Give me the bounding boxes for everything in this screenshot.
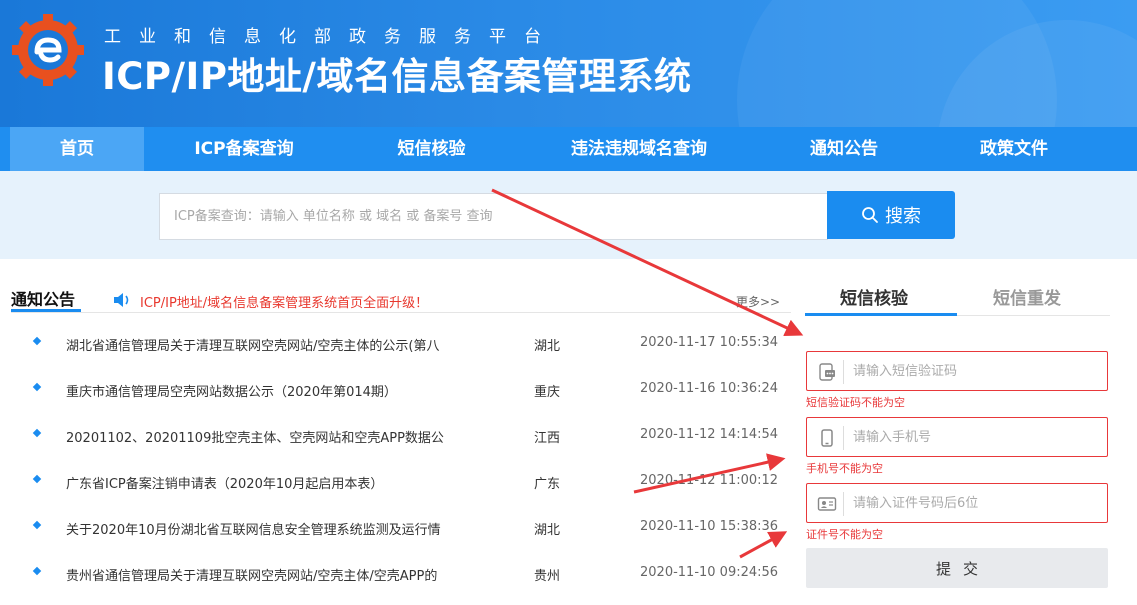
scrolling-announcement[interactable]: ICP/IP地址/域名信息备案管理系统首页全面升级！ — [140, 292, 428, 311]
notice-date: 2020-11-10 15:38:36 — [640, 519, 779, 534]
notice-date: 2020-11-17 10:55:34 — [640, 335, 779, 350]
site-header: 工业和信息化部政务服务平台 ICP/IP地址/域名信息备案管理系统 — [0, 0, 1137, 127]
site-logo — [12, 14, 84, 86]
sms-code-field[interactable] — [806, 351, 1108, 391]
main-nav: 首页 ICP备案查询 短信核验 违法违规域名查询 通知公告 政策文件 — [0, 127, 1137, 171]
speaker-icon — [114, 293, 129, 307]
bullet-icon — [32, 428, 42, 438]
more-link[interactable]: 更多>> — [736, 293, 780, 310]
sms-code-input[interactable] — [853, 361, 1093, 381]
id-card-icon — [817, 497, 837, 511]
notice-row[interactable]: 关于2020年10月份湖北省互联网信息安全管理系统监测及运行情 湖北 2020-… — [0, 519, 790, 565]
search-icon — [862, 207, 878, 223]
system-title: ICP/IP地址/域名信息备案管理系统 — [102, 55, 692, 98]
active-tab-underline — [805, 313, 957, 316]
sms-code-error: 短信验证码不能为空 — [806, 396, 905, 409]
nav-item-icp-query[interactable]: ICP备案查询 — [144, 127, 344, 171]
tab-sms-resend[interactable]: 短信重发 — [993, 284, 1061, 309]
id-number-input[interactable] — [853, 493, 1093, 513]
icp-search-input[interactable] — [159, 193, 828, 240]
notice-date: 2020-11-16 10:36:24 — [640, 381, 779, 396]
phone-input[interactable] — [853, 427, 1093, 447]
submit-button[interactable]: 提交 — [806, 548, 1108, 588]
notice-row[interactable]: 重庆市通信管理局空壳网站数据公示（2020年第014期） 重庆 2020-11-… — [0, 381, 790, 427]
org-name: 工业和信息化部政务服务平台 — [104, 27, 559, 47]
notice-title[interactable]: 关于2020年10月份湖北省互联网信息安全管理系统监测及运行情 — [66, 519, 486, 538]
notice-title[interactable]: 广东省ICP备案注销申请表（2020年10月起启用本表） — [66, 473, 486, 492]
notice-row[interactable]: 20201102、20201109批空壳主体、空壳网站和空壳APP数据公 江西 … — [0, 427, 790, 473]
bullet-icon — [32, 336, 42, 346]
notice-date: 2020-11-12 14:14:54 — [640, 427, 779, 442]
divider — [843, 360, 844, 384]
bullet-icon — [32, 520, 42, 530]
notice-row[interactable]: 湖北省通信管理局关于清理互联网空壳网站/空壳主体的公示(第八 湖北 2020-1… — [0, 335, 790, 381]
search-button-label: 搜索 — [885, 206, 921, 226]
phone-icon — [821, 429, 833, 447]
tab-sms-verify[interactable]: 短信核验 — [840, 284, 908, 309]
notice-region: 重庆 — [534, 385, 561, 400]
sms-icon — [819, 363, 835, 381]
bullet-icon — [32, 566, 42, 576]
search-button[interactable]: 搜索 — [827, 191, 955, 239]
notice-title[interactable]: 贵州省通信管理局关于清理互联网空壳网站/空壳主体/空壳APP的 — [66, 565, 486, 584]
notice-row[interactable]: 广东省ICP备案注销申请表（2020年10月起启用本表） 广东 2020-11-… — [0, 473, 790, 519]
notice-region: 湖北 — [534, 339, 561, 354]
notice-row[interactable]: 贵州省通信管理局关于清理互联网空壳网站/空壳主体/空壳APP的 贵州 2020-… — [0, 565, 790, 605]
bullet-icon — [32, 474, 42, 484]
phone-error: 手机号不能为空 — [806, 462, 883, 475]
notice-region: 贵州 — [534, 569, 561, 584]
notice-title[interactable]: 湖北省通信管理局关于清理互联网空壳网站/空壳主体的公示(第八 — [66, 335, 486, 354]
notice-region: 江西 — [534, 431, 561, 446]
notice-date: 2020-11-12 11:00:12 — [640, 473, 779, 488]
id-number-field[interactable] — [806, 483, 1108, 523]
nav-item-home[interactable]: 首页 — [10, 127, 144, 171]
nav-item-policy[interactable]: 政策文件 — [929, 127, 1099, 171]
notice-title[interactable]: 20201102、20201109批空壳主体、空壳网站和空壳APP数据公 — [66, 427, 486, 446]
notice-title[interactable]: 重庆市通信管理局空壳网站数据公示（2020年第014期） — [66, 381, 486, 400]
notice-region: 广东 — [534, 477, 561, 492]
bullet-icon — [32, 382, 42, 392]
notice-heading[interactable]: 通知公告 — [11, 286, 75, 310]
divider — [11, 312, 791, 313]
divider — [843, 426, 844, 450]
divider — [843, 492, 844, 516]
search-band: 搜索 — [0, 171, 1137, 259]
nav-item-notices[interactable]: 通知公告 — [759, 127, 929, 171]
phone-field[interactable] — [806, 417, 1108, 457]
notice-region: 湖北 — [534, 523, 561, 538]
nav-item-sms-verify[interactable]: 短信核验 — [344, 127, 519, 171]
id-number-error: 证件号不能为空 — [806, 528, 883, 541]
nav-item-illegal-domain[interactable]: 违法违规域名查询 — [519, 127, 759, 171]
notice-date: 2020-11-10 09:24:56 — [640, 565, 779, 580]
